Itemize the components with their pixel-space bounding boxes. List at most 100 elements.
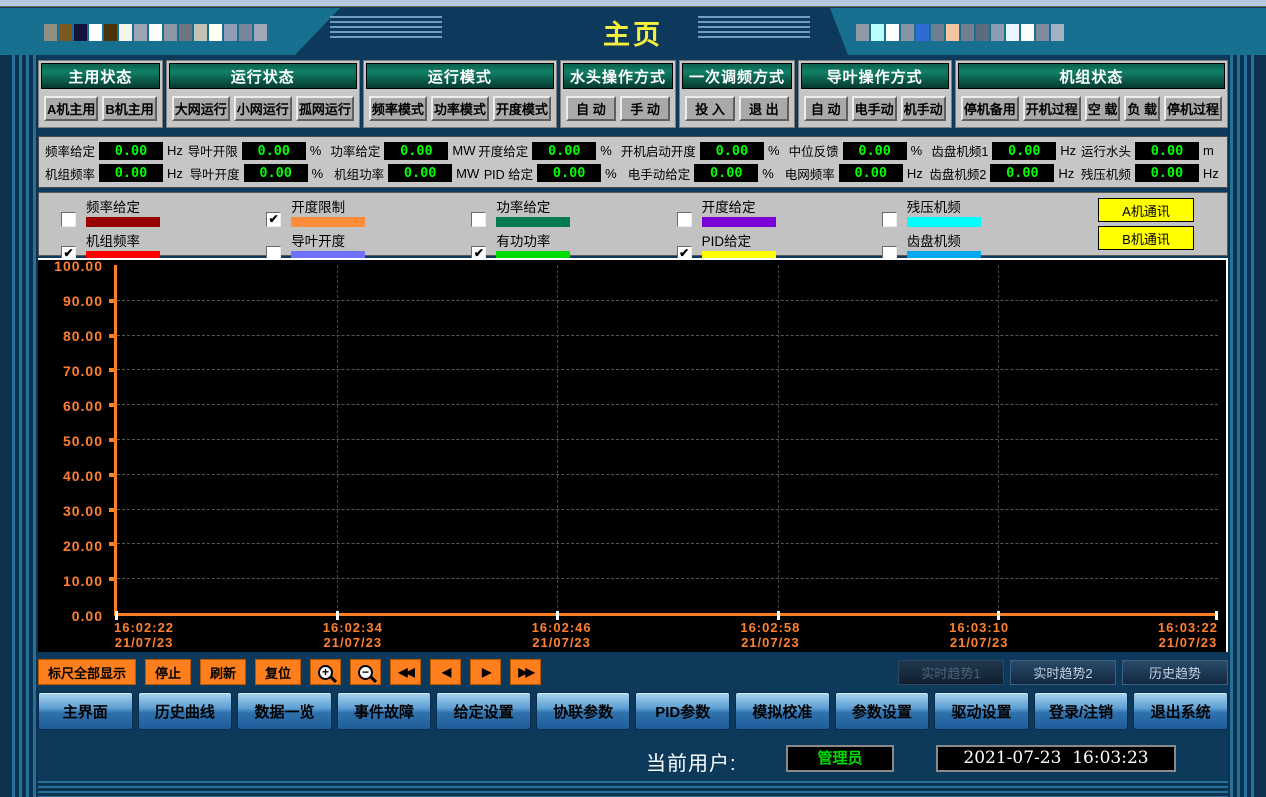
- status-button[interactable]: 功率模式: [431, 96, 489, 121]
- measurements-panel: 频率给定 0.00 Hz 导叶开限 0.00 % 功率给定 0.00 MW 开度…: [38, 136, 1228, 188]
- measurement-value: 0.00: [242, 142, 306, 160]
- x-axis-tick: 16:02:22 21/07/23: [114, 620, 174, 651]
- status-button[interactable]: 小网运行: [234, 96, 292, 121]
- status-button[interactable]: 开度模式: [493, 96, 551, 121]
- group-header: 机组状态: [958, 63, 1225, 89]
- y-axis-tick: 30.00: [63, 505, 103, 517]
- nav-button[interactable]: 给定设置: [436, 692, 531, 730]
- status-button[interactable]: 孤网运行: [296, 96, 354, 121]
- status-button[interactable]: 自 动: [566, 96, 616, 121]
- gridline: [117, 509, 1218, 510]
- x-axis-tick: 16:02:58 21/07/23: [740, 620, 800, 651]
- x-tick-date: 21/07/23: [324, 635, 383, 650]
- measurement-label: 齿盘机频2: [929, 164, 986, 183]
- status-button[interactable]: 空 载: [1085, 96, 1121, 121]
- nav-button[interactable]: 数据一览: [237, 692, 332, 730]
- measurement-value: 0.00: [532, 142, 596, 160]
- measurement-value: 0.00: [388, 164, 452, 182]
- status-button[interactable]: 电手动: [852, 96, 897, 121]
- status-button[interactable]: 机手动: [901, 96, 946, 121]
- x-axis-tick: 16:02:46 21/07/23: [532, 620, 592, 651]
- reset-button[interactable]: 复位: [255, 659, 301, 685]
- measurement-value: 0.00: [990, 164, 1054, 182]
- nav-button[interactable]: 事件故障: [337, 692, 432, 730]
- measurement-field: 机组功率 0.00 MW: [334, 164, 479, 183]
- x-axis-tick: 16:03:10 21/07/23: [949, 620, 1009, 651]
- measurement-label: 机组功率: [334, 164, 384, 183]
- status-button[interactable]: A机主用: [44, 96, 98, 121]
- nav-button[interactable]: 参数设置: [835, 692, 930, 730]
- y-axis-tick: 90.00: [63, 295, 103, 307]
- status-button[interactable]: 退 出: [739, 96, 789, 121]
- status-button[interactable]: 投 入: [685, 96, 735, 121]
- step-forward-button[interactable]: ▶: [470, 659, 501, 685]
- measurement-field: 电网频率 0.00 Hz: [785, 164, 925, 183]
- status-bar: 当前用户: 管理员 2021-07-23 16:03:23: [38, 740, 1228, 778]
- stop-button[interactable]: 停止: [145, 659, 191, 685]
- legend-checkbox[interactable]: [61, 212, 76, 227]
- gridline: [117, 404, 1218, 405]
- nav-button[interactable]: PID参数: [635, 692, 730, 730]
- measurement-field: 开机启动开度 0.00 %: [621, 141, 786, 160]
- group-header: 水头操作方式: [563, 63, 673, 89]
- nav-button[interactable]: 登录/注销: [1034, 692, 1129, 730]
- legend-checkbox[interactable]: [266, 212, 281, 227]
- status-button[interactable]: 手 动: [620, 96, 670, 121]
- status-button[interactable]: 频率模式: [369, 96, 427, 121]
- legend-checkbox[interactable]: [882, 212, 897, 227]
- legend-item: 残压机频: [868, 196, 1073, 230]
- nav-button[interactable]: 退出系统: [1133, 692, 1228, 730]
- fast-backward-button[interactable]: ◀◀: [390, 659, 421, 685]
- status-button[interactable]: 停机备用: [961, 96, 1019, 121]
- measurement-unit: Hz: [167, 143, 185, 158]
- measurement-label: 导叶开度: [190, 164, 240, 183]
- measurement-value: 0.00: [99, 142, 163, 160]
- measurement-field: 电手动给定 0.00 %: [628, 164, 781, 183]
- gridline: [117, 300, 1218, 301]
- measurement-label: 频率给定: [45, 141, 95, 160]
- status-button[interactable]: 负 载: [1124, 96, 1160, 121]
- status-button[interactable]: 停机过程: [1164, 96, 1222, 121]
- nav-button[interactable]: 历史曲线: [138, 692, 233, 730]
- refresh-button[interactable]: 刷新: [200, 659, 246, 685]
- status-button[interactable]: 开机过程: [1023, 96, 1081, 121]
- legend-swatch: [496, 217, 570, 227]
- x-tick-date: 21/07/23: [115, 635, 174, 650]
- fast-forward-button[interactable]: ▶▶: [510, 659, 541, 685]
- zoom-out-button[interactable]: −: [350, 659, 381, 685]
- measurement-field: 齿盘机频1 0.00 Hz: [931, 141, 1078, 160]
- measurement-unit: %: [600, 143, 618, 158]
- step-backward-button[interactable]: ◀: [430, 659, 461, 685]
- gridline: [557, 265, 558, 613]
- nav-button[interactable]: 模拟校准: [735, 692, 830, 730]
- x-tick-time: 16:03:10: [949, 620, 1009, 635]
- trend-tab-button[interactable]: 实时趋势2: [1010, 660, 1116, 685]
- show-all-rulers-button[interactable]: 标尺全部显示: [38, 659, 136, 685]
- measurement-unit: %: [762, 166, 780, 181]
- legend-item: 开度限制: [252, 196, 457, 230]
- zoom-in-button[interactable]: +: [310, 659, 341, 685]
- status-button[interactable]: 大网运行: [172, 96, 230, 121]
- comm-a-button[interactable]: A机通讯: [1098, 198, 1194, 222]
- datetime-display: 2021-07-23 16:03:23: [936, 745, 1176, 772]
- nav-button[interactable]: 驱动设置: [934, 692, 1029, 730]
- x-tick-time: 16:02:22: [114, 620, 174, 635]
- legend-checkbox[interactable]: [471, 212, 486, 227]
- x-axis-tickmark: [777, 611, 780, 620]
- nav-button[interactable]: 主界面: [38, 692, 133, 730]
- trend-tab-button[interactable]: 实时趋势1: [898, 660, 1004, 685]
- trend-tab-button[interactable]: 历史趋势: [1122, 660, 1228, 685]
- top-strip: [0, 0, 1266, 7]
- nav-button[interactable]: 协联参数: [536, 692, 631, 730]
- gridline: [117, 474, 1218, 475]
- status-group-head-mode: 水头操作方式 自 动手 动: [560, 60, 676, 128]
- x-axis-tick: 16:03:22 21/07/23: [1158, 620, 1218, 651]
- comm-b-button[interactable]: B机通讯: [1098, 226, 1194, 250]
- status-button[interactable]: 自 动: [804, 96, 848, 121]
- status-button[interactable]: B机主用: [102, 96, 156, 121]
- legend-checkbox[interactable]: [677, 212, 692, 227]
- x-tick-date: 21/07/23: [532, 635, 591, 650]
- measurement-field: PID 给定 0.00 %: [484, 164, 623, 183]
- group-header: 运行状态: [169, 63, 357, 89]
- status-group-freq-regulation: 一次调频方式 投 入退 出: [679, 60, 794, 128]
